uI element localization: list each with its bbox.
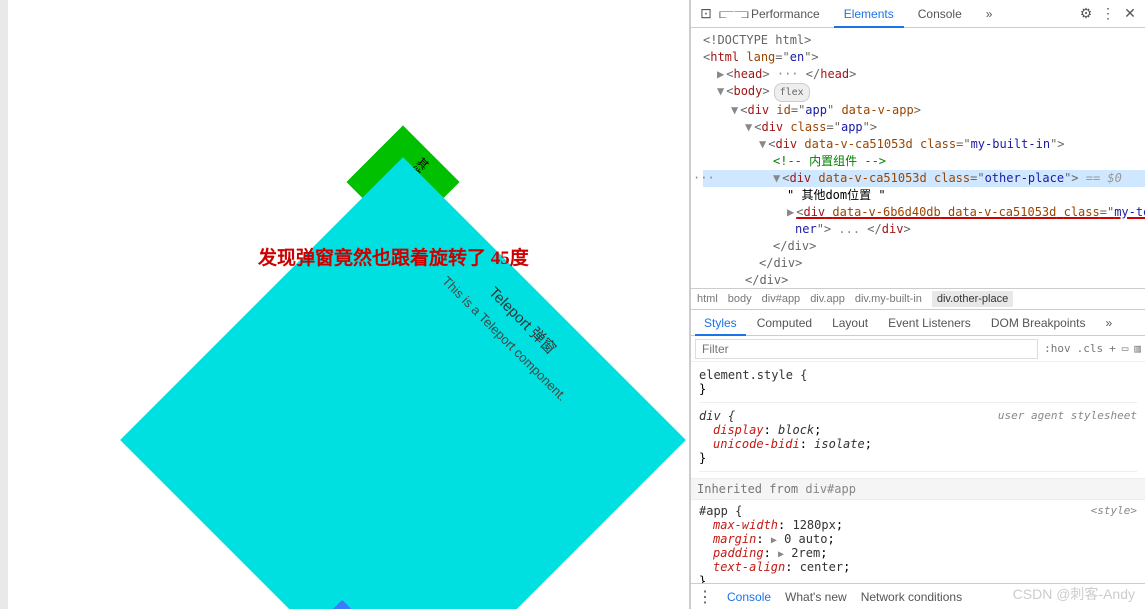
tab-styles[interactable]: Styles bbox=[695, 310, 746, 336]
expand-icon[interactable]: ▶ bbox=[717, 67, 724, 81]
styles-body[interactable]: element.style { } user agent stylesheet … bbox=[691, 362, 1145, 583]
crumb-app-class[interactable]: div.app bbox=[810, 293, 845, 305]
doctype: <!DOCTYPE html> bbox=[703, 33, 811, 47]
crumb-body[interactable]: body bbox=[728, 293, 752, 305]
drawer-network[interactable]: Network conditions bbox=[861, 590, 962, 604]
tab-elements[interactable]: Elements bbox=[834, 0, 904, 28]
styles-tabs: Styles Computed Layout Event Listeners D… bbox=[691, 310, 1145, 336]
dom-tree[interactable]: <!DOCTYPE html> <html lang="en"> ▶<head>… bbox=[691, 28, 1145, 288]
kebab-icon[interactable]: ⋮ bbox=[1099, 5, 1117, 22]
drawer-console[interactable]: Console bbox=[727, 590, 771, 604]
devtools-panel: ⊡ ⫍⫎ Performance Elements Console » ⚙ ⋮ … bbox=[690, 0, 1145, 609]
modal-subtitle: This is a Teleport component. bbox=[358, 192, 651, 485]
hov-toggle[interactable]: :hov bbox=[1044, 342, 1071, 355]
app-rule[interactable]: <style> #app { max-width: 1280px; margin… bbox=[699, 504, 1137, 583]
tab-dom-breakpoints[interactable]: DOM Breakpoints bbox=[982, 310, 1095, 336]
devtools-tabs: ⊡ ⫍⫎ Performance Elements Console » ⚙ ⋮ … bbox=[691, 0, 1145, 28]
crumb-app-id[interactable]: div#app bbox=[762, 293, 801, 305]
page-preview: 其他dom位置 Teleport 弹窗 This is a Teleport c… bbox=[0, 0, 690, 609]
tab-computed[interactable]: Computed bbox=[748, 310, 821, 336]
inspect-icon[interactable]: ⊡ bbox=[697, 5, 715, 22]
layout-panel-icon[interactable]: ▥ bbox=[1134, 342, 1141, 355]
tab-layout[interactable]: Layout bbox=[823, 310, 877, 336]
cls-toggle[interactable]: .cls bbox=[1077, 342, 1104, 355]
filter-row: :hov .cls + ▭ ▥ bbox=[691, 336, 1145, 362]
drawer-tabs: ⋮ Console What's new Network conditions bbox=[691, 583, 1145, 609]
styles-filter-input[interactable] bbox=[695, 339, 1038, 359]
comment-node: <!-- 内置组件 --> bbox=[773, 154, 886, 168]
annotation-text: 发现弹窗竟然也跟着旋转了 45度 bbox=[258, 243, 529, 270]
flex-badge[interactable]: flex bbox=[774, 83, 810, 102]
modal-title: Teleport 弹窗 bbox=[374, 171, 672, 469]
gear-icon[interactable]: ⚙ bbox=[1077, 5, 1095, 22]
crumb-html[interactable]: html bbox=[697, 293, 718, 305]
breadcrumb: html body div#app div.app div.my-built-i… bbox=[691, 288, 1145, 310]
tab-performance[interactable]: Performance bbox=[741, 0, 830, 28]
device-icon[interactable]: ⫍⫎ bbox=[719, 5, 737, 22]
text-node: " 其他dom位置 " bbox=[787, 188, 886, 202]
crumb-builtin[interactable]: div.my-built-in bbox=[855, 293, 922, 305]
selected-node[interactable]: ···▼<div data-v-ca51053d class="other-pl… bbox=[703, 170, 1145, 187]
close-icon[interactable]: ✕ bbox=[1121, 5, 1139, 22]
close-teleport-button[interactable]: 关闭teleport 弹窗 bbox=[321, 600, 423, 609]
element-style-rule[interactable]: element.style { } bbox=[699, 368, 1137, 403]
collapse-icon[interactable]: ▼ bbox=[717, 84, 724, 98]
crumb-other-place[interactable]: div.other-place bbox=[932, 291, 1013, 307]
computed-panel-icon[interactable]: ▭ bbox=[1122, 342, 1129, 355]
modal-content: Teleport 弹窗 This is a Teleport component… bbox=[358, 171, 672, 485]
inherited-header: Inherited from div#app bbox=[691, 478, 1145, 500]
tab-more[interactable]: » bbox=[976, 0, 1003, 28]
tab-more[interactable]: » bbox=[1097, 310, 1122, 336]
drawer-whatsnew[interactable]: What's new bbox=[785, 590, 847, 604]
tab-console[interactable]: Console bbox=[908, 0, 972, 28]
tab-listeners[interactable]: Event Listeners bbox=[879, 310, 980, 336]
div-rule[interactable]: user agent stylesheet div { display: blo… bbox=[699, 409, 1137, 472]
drawer-menu-icon[interactable]: ⋮ bbox=[697, 587, 713, 607]
teleport-modal: Teleport 弹窗 This is a Teleport component… bbox=[120, 157, 686, 609]
new-rule-icon[interactable]: + bbox=[1109, 342, 1116, 355]
